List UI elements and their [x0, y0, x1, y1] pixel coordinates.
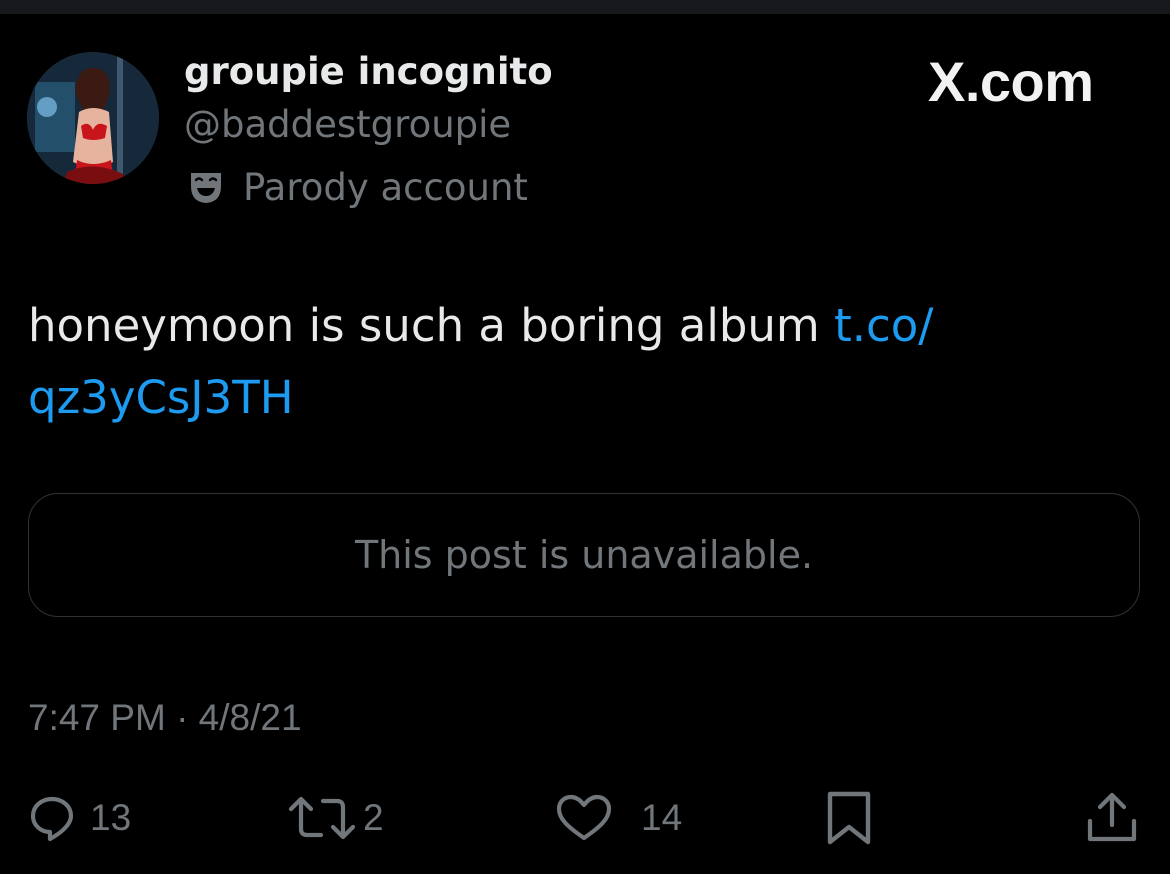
repost-button[interactable]: 2 — [287, 790, 384, 846]
bookmark-icon — [827, 791, 871, 845]
display-name[interactable]: groupie incognito — [184, 48, 553, 96]
quoted-post-notice: This post is unavailable. — [354, 533, 814, 577]
avatar-image — [27, 52, 159, 184]
repost-count: 2 — [363, 797, 384, 838]
user-handle[interactable]: @baddestgroupie — [184, 101, 511, 149]
reply-button[interactable]: 13 — [28, 790, 131, 846]
avatar[interactable] — [27, 52, 159, 184]
post-text: honeymoon is such a boring album t.co/qz… — [28, 290, 1138, 434]
share-button[interactable] — [1086, 790, 1138, 846]
post-timestamp[interactable]: 7:47 PM · 4/8/21 — [28, 694, 302, 742]
repost-icon — [288, 796, 356, 840]
like-button[interactable]: 14 — [555, 790, 682, 846]
theater-mask-icon — [188, 169, 224, 205]
post-body: honeymoon is such a boring album — [28, 299, 835, 352]
status-bar-strip — [0, 0, 1170, 14]
post-link-part1[interactable]: t.co/ — [834, 299, 933, 352]
like-count: 14 — [641, 797, 683, 838]
post-link-part2[interactable]: qz3yCsJ3TH — [28, 371, 294, 424]
share-icon — [1087, 792, 1137, 842]
bookmark-button[interactable] — [826, 790, 872, 846]
heart-icon — [556, 794, 612, 841]
reply-count: 13 — [90, 797, 132, 838]
quoted-post-card[interactable]: This post is unavailable. — [28, 493, 1140, 617]
parody-badge: Parody account — [188, 163, 528, 211]
x-brand-logo: X.com — [928, 50, 1094, 113]
parody-label: Parody account — [243, 165, 528, 209]
reply-icon — [30, 796, 74, 842]
